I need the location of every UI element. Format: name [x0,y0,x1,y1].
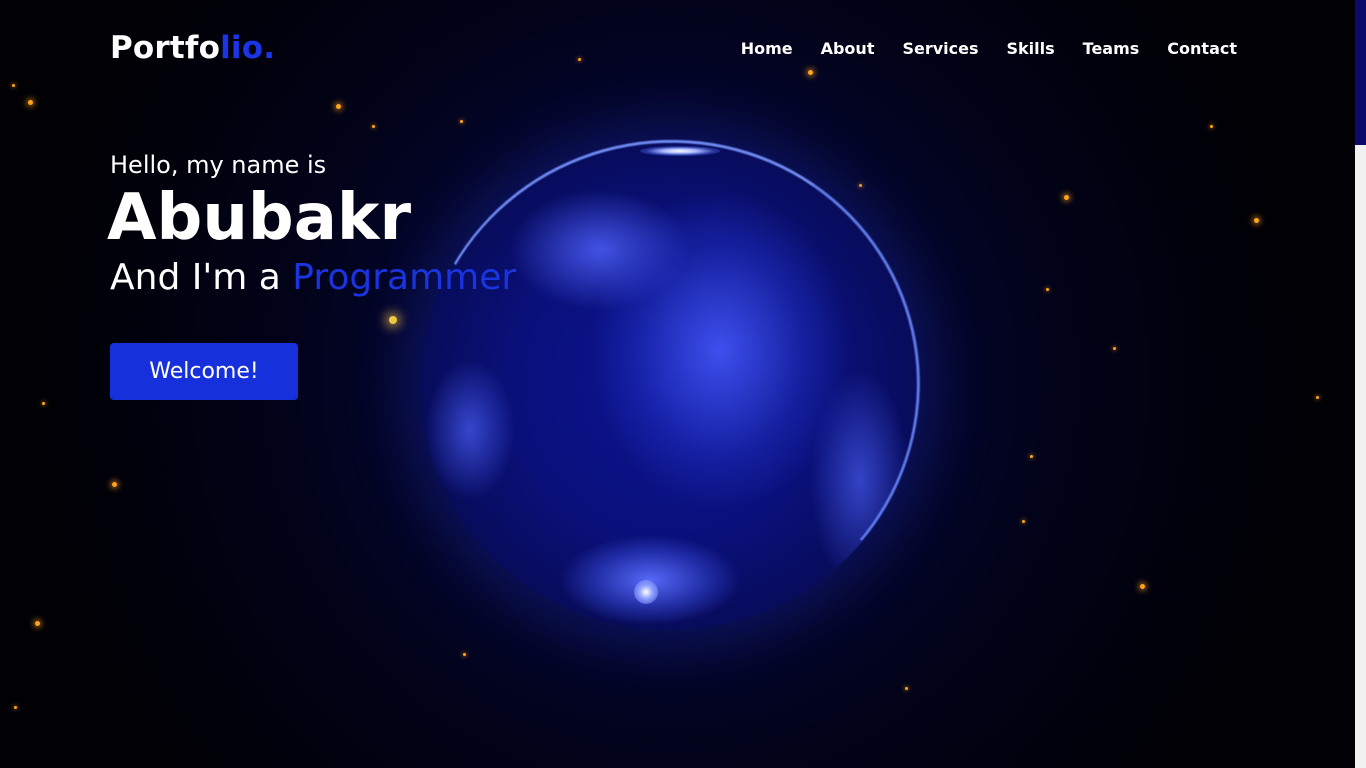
nav-home[interactable]: Home [741,39,793,58]
hero-role-highlight: Programmer [292,257,517,298]
star [808,70,813,75]
globe-light-flare [640,146,720,156]
star [1030,455,1033,458]
welcome-button[interactable]: Welcome! [110,343,298,400]
star [1046,288,1049,291]
nav-skills[interactable]: Skills [1007,39,1055,58]
star [336,104,341,109]
hero-greeting: Hello, my name is [110,151,327,179]
star [1022,520,1025,523]
star [12,84,15,87]
hero-section: Portfolio. Home About Services Skills Te… [0,0,1355,768]
logo-main-text: Portfo [110,30,221,66]
star [1210,125,1213,128]
star [1064,195,1069,200]
site-logo[interactable]: Portfolio. [110,30,275,66]
hero-name: Abubakr [107,181,412,255]
star [1113,347,1116,350]
star [1254,218,1259,223]
star [859,184,862,187]
nav-teams[interactable]: Teams [1083,39,1140,58]
star [463,653,466,656]
scrollbar-thumb[interactable] [1355,0,1366,145]
star [905,687,908,690]
nav-services[interactable]: Services [902,39,978,58]
nav-about[interactable]: About [821,39,875,58]
hero-text: Hello, my name is Abubakr And I'm a Prog… [107,150,516,400]
star [1316,396,1319,399]
star [35,621,40,626]
logo-accent-text: lio. [220,30,276,66]
hero-role: And I'm a Programmer [110,256,516,300]
star [372,125,375,128]
star [1140,584,1145,589]
main-nav: Home About Services Skills Teams Contact [741,39,1237,58]
star [112,482,117,487]
nav-contact[interactable]: Contact [1167,39,1237,58]
star [460,120,463,123]
hero-role-prefix: And I'm a [110,257,293,298]
star [28,100,33,105]
star [14,706,17,709]
globe-light-flare [634,580,658,604]
star [389,316,397,324]
star [578,58,581,61]
star [42,402,45,405]
